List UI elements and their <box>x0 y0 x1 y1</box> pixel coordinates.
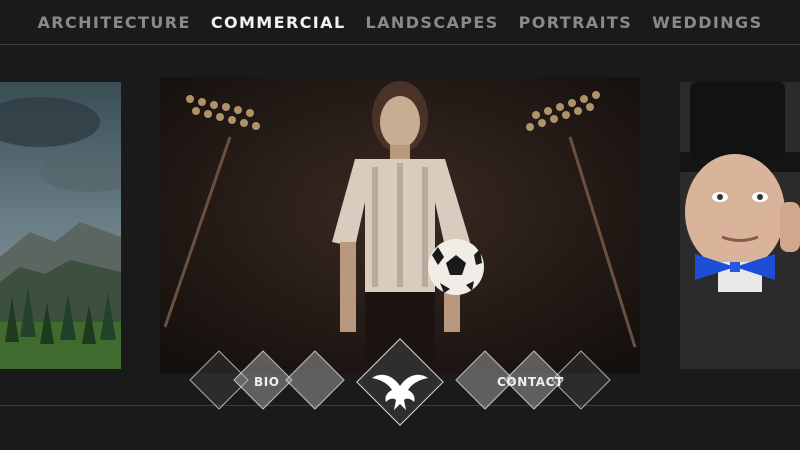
nav-weddings[interactable]: WEDDINGS <box>652 13 762 32</box>
gallery-image-right[interactable] <box>680 82 800 369</box>
dove-icon[interactable] <box>368 368 432 412</box>
nav-portraits[interactable]: PORTRAITS <box>519 13 633 32</box>
bio-link[interactable]: BIO <box>254 375 280 389</box>
nav-commercial[interactable]: COMMERCIAL <box>211 13 346 32</box>
top-nav: ARCHITECTURE COMMERCIAL LANDSCAPES PORTR… <box>0 0 800 45</box>
soccer-portrait-photo <box>160 77 640 373</box>
contact-link[interactable]: CONTACT <box>497 375 564 389</box>
nav-architecture[interactable]: ARCHITECTURE <box>37 13 190 32</box>
gallery-image-center[interactable] <box>160 77 640 373</box>
nav-landscapes[interactable]: LANDSCAPES <box>366 13 499 32</box>
gallery-image-left[interactable] <box>0 82 121 369</box>
top-hat-portrait-photo <box>680 82 800 369</box>
landscape-photo <box>0 82 121 369</box>
